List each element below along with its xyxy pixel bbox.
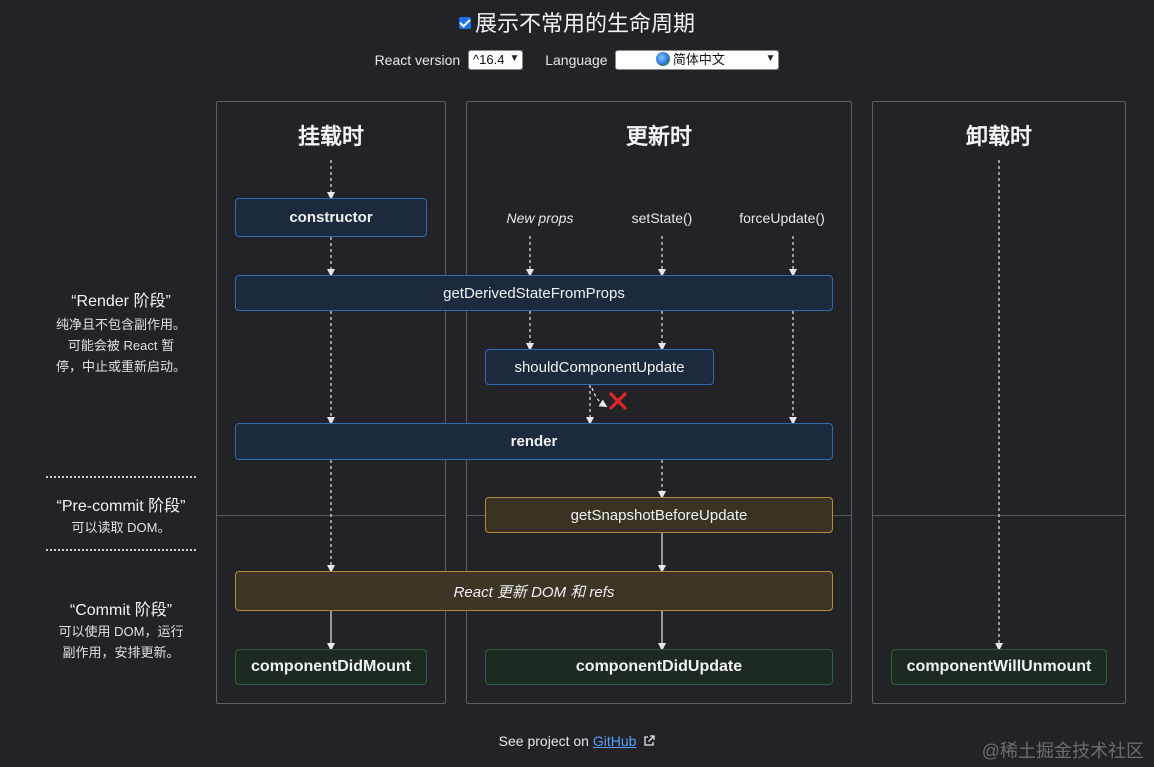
- render-phase-title: “Render 阶段”: [71, 293, 171, 310]
- trigger-new-props: New props: [506, 210, 574, 226]
- render-phase-desc: 纯净且不包含副作用。 可能会被 React 暂 停，中止或重新启动。: [30, 314, 212, 377]
- watermark: @稀土掘金技术社区: [981, 741, 1144, 761]
- commit-phase-desc-line: 副作用，安排更新。: [62, 645, 180, 660]
- phase-separator: [46, 476, 196, 478]
- component-will-unmount-node: componentWillUnmount: [891, 649, 1107, 685]
- get-derived-state-node: getDerivedStateFromProps: [235, 275, 833, 311]
- render-phase-desc-line: 纯净且不包含副作用。: [55, 317, 186, 332]
- render-phase-desc-line: 可能会被 React 暂: [67, 338, 175, 353]
- should-component-update-node: shouldComponentUpdate: [485, 349, 714, 385]
- commit-phase-desc: 可以使用 DOM，运行 副作用，安排更新。: [30, 621, 212, 663]
- component-did-mount-node: componentDidMount: [235, 649, 427, 685]
- github-link[interactable]: GitHub: [593, 733, 637, 749]
- trigger-force-update: forceUpdate(): [739, 210, 825, 226]
- footer-prefix: See project on: [498, 733, 593, 749]
- render-node: render: [235, 423, 833, 460]
- commit-phase-title: “Commit 阶段”: [69, 602, 173, 619]
- external-link-icon: [644, 735, 655, 746]
- get-snapshot-node: getSnapshotBeforeUpdate: [485, 497, 833, 533]
- cancel-x-icon: [609, 392, 627, 410]
- component-did-update-node: componentDidUpdate: [485, 649, 833, 685]
- constructor-node: constructor: [235, 198, 427, 237]
- react-updates-dom-node: React 更新 DOM 和 refs: [235, 571, 833, 611]
- commit-phase-desc-line: 可以使用 DOM，运行: [58, 624, 184, 639]
- trigger-set-state: setState(): [631, 210, 693, 226]
- phase-separator: [46, 549, 196, 551]
- precommit-phase-title: “Pre-commit 阶段”: [56, 498, 186, 515]
- render-phase-desc-line: 停，中止或重新启动。: [55, 359, 186, 374]
- precommit-phase-desc: 可以读取 DOM。: [71, 520, 171, 535]
